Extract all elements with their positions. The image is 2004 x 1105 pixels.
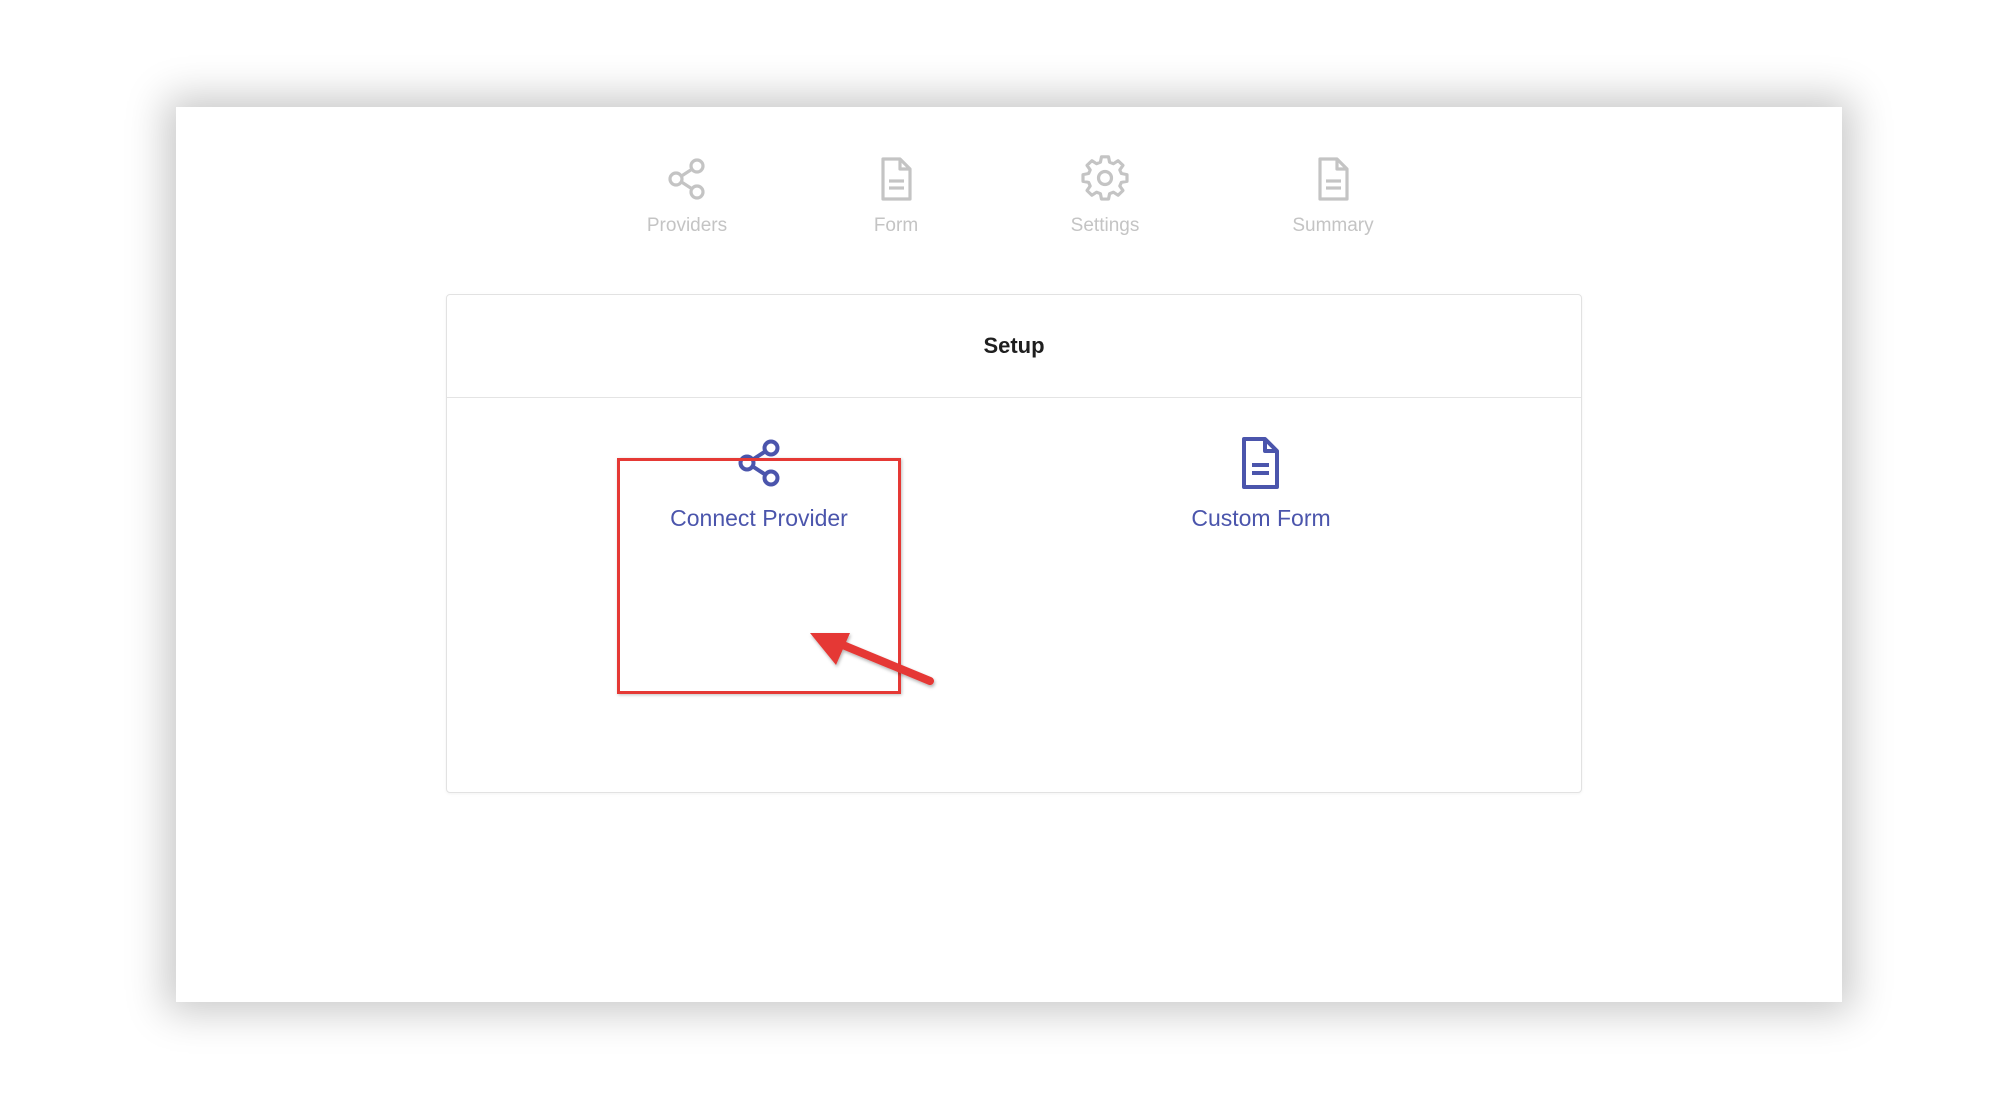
setup-card: Setup Connect Provider Custom Form: [446, 294, 1582, 793]
wizard-stepper: Providers Form Settings Summary: [176, 107, 1842, 307]
connect-provider-option[interactable]: Connect Provider: [609, 435, 909, 532]
connect-provider-label: Connect Provider: [670, 505, 848, 531]
document-icon: [1242, 437, 1279, 489]
custom-form-label: Custom Form: [1191, 505, 1331, 531]
step-label: Providers: [646, 215, 728, 236]
setup-title: Setup: [983, 333, 1045, 358]
step-label: Settings: [1070, 215, 1140, 236]
step-providers[interactable]: Providers: [587, 155, 787, 237]
gear-icon: [1081, 155, 1129, 201]
step-label: Summary: [1292, 215, 1374, 236]
step-summary[interactable]: Summary: [1233, 155, 1433, 237]
step-label: Form: [873, 215, 919, 236]
step-settings[interactable]: Settings: [1005, 155, 1205, 237]
share-icon: [738, 439, 780, 487]
app-frame: Providers Form Settings Summary Setup Co…: [176, 107, 1842, 1002]
document-icon: [1318, 157, 1349, 201]
custom-form-option[interactable]: Custom Form: [1111, 435, 1411, 532]
document-icon: [881, 157, 912, 201]
share-icon: [668, 158, 705, 200]
step-form[interactable]: Form: [796, 155, 996, 237]
setup-card-header: Setup: [447, 295, 1581, 398]
